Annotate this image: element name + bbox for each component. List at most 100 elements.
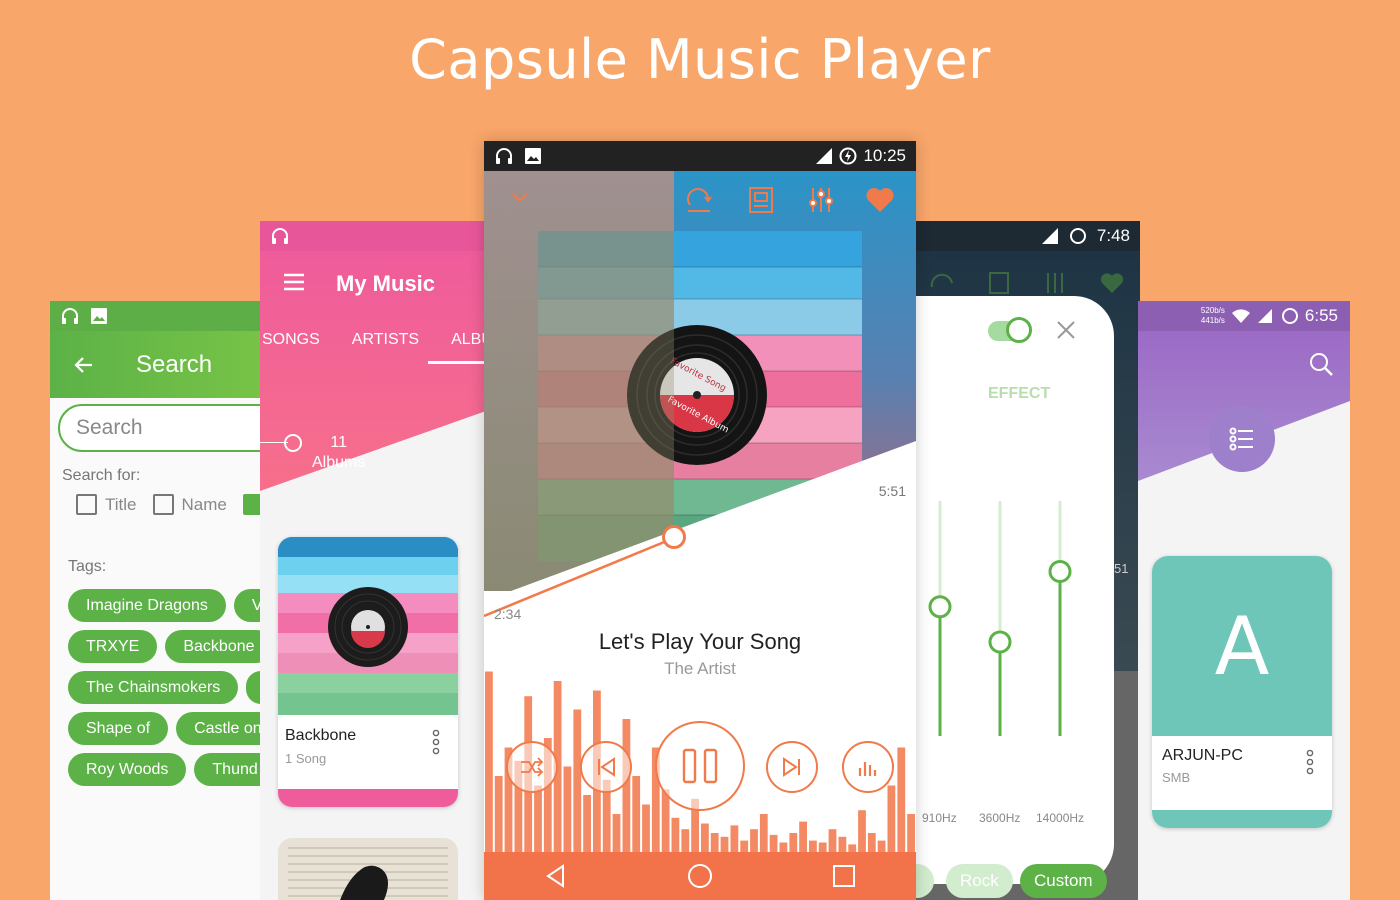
- visualizer-bar: [534, 785, 542, 852]
- search-for-label: Search for:: [62, 467, 141, 484]
- status-bar: 520b/s 441b/s 6:55: [1138, 301, 1350, 331]
- equalizer-icon[interactable]: [806, 185, 836, 220]
- more-options-icon[interactable]: [432, 729, 440, 760]
- album-count: 11 Albums: [312, 433, 365, 473]
- tag-chip[interactable]: Backbone: [165, 630, 262, 663]
- toggle-knob: [1006, 317, 1032, 343]
- pause-icon: [682, 748, 718, 784]
- visualizer-bar: [858, 810, 866, 852]
- album-card-partial[interactable]: [278, 838, 458, 900]
- lyrics-icon[interactable]: [746, 185, 776, 220]
- repeat-icon: [931, 273, 954, 288]
- wifi-icon: [1231, 308, 1251, 324]
- visualizer-button[interactable]: [842, 741, 894, 793]
- image-icon: [524, 147, 542, 165]
- visualizer-bar: [740, 840, 749, 852]
- name-checkbox[interactable]: [152, 494, 174, 515]
- tag-chip[interactable]: V: [233, 589, 262, 622]
- seek-handle[interactable]: [662, 525, 686, 549]
- tag-chip[interactable]: Thund: [194, 753, 262, 786]
- status-bar: 7:48: [914, 221, 1140, 251]
- app-bar: Search: [50, 331, 262, 398]
- app-bar: My Music: [260, 251, 486, 317]
- clock: 10:25: [863, 146, 906, 165]
- close-icon[interactable]: [1056, 320, 1076, 345]
- menu-icon[interactable]: [282, 272, 306, 297]
- title-checkbox[interactable]: [76, 494, 97, 515]
- total-time: 5:51: [878, 483, 906, 499]
- back-nav-icon[interactable]: [543, 863, 569, 889]
- favorite-heart-icon[interactable]: [865, 186, 895, 219]
- status-bar: 10:25: [484, 141, 916, 171]
- visualizer-bar: [573, 709, 582, 852]
- eq-slider-knob[interactable]: [988, 630, 1012, 654]
- visualizer-bar: [809, 840, 817, 852]
- visualizer-bar: [485, 671, 493, 852]
- visualizer-bar: [877, 840, 886, 852]
- tags-label: Tags:: [68, 558, 107, 575]
- band-label: 3600Hz: [979, 811, 1021, 825]
- next-button[interactable]: [766, 741, 818, 793]
- tab-bar: SONGS ARTISTS ALBU: [260, 331, 486, 349]
- tab-artists[interactable]: ARTISTS: [352, 331, 419, 349]
- visualizer-bar: [887, 785, 896, 852]
- duration-peek: 51: [1114, 561, 1129, 576]
- list-fab[interactable]: [1209, 406, 1275, 472]
- eq-slider-knob[interactable]: [928, 595, 952, 619]
- album-card[interactable]: Backbone 1 Song: [278, 537, 458, 807]
- player-screen: 10:25 Favorite Song Favorite Album 2:34 …: [484, 141, 916, 900]
- equalizer-dialog: EFFECT 910Hz 3600Hz 14000Hz Rock Custom: [914, 296, 1114, 898]
- search-input[interactable]: Search: [58, 404, 262, 452]
- album-count-value: 11: [330, 434, 347, 451]
- collapse-icon[interactable]: [510, 191, 530, 210]
- album-art: [278, 537, 458, 715]
- tag-chip[interactable]: Roy Woods: [68, 753, 187, 786]
- recents-nav-icon[interactable]: [831, 863, 857, 889]
- previous-icon: [598, 757, 615, 777]
- band-label: 14000Hz: [1036, 811, 1085, 825]
- preset-custom[interactable]: Custom: [1020, 864, 1107, 898]
- tag-chip[interactable]: Shape of: [68, 712, 169, 745]
- album-song-count: 1 Song: [285, 751, 327, 766]
- headphones-icon: [60, 306, 80, 326]
- previous-button[interactable]: [580, 741, 632, 793]
- next-icon: [783, 757, 800, 777]
- visualizer-bar: [838, 836, 847, 852]
- headphones-icon: [494, 146, 514, 166]
- device-card[interactable]: A ARJUN-PC SMB: [1152, 556, 1332, 828]
- tag-chip[interactable]: Castle on: [176, 712, 262, 745]
- library-screen: My Music SONGS ARTISTS ALBU 11 Albums: [260, 221, 486, 900]
- tag-chip[interactable]: The Chainsmokers: [68, 671, 239, 704]
- home-nav-icon[interactable]: [687, 863, 713, 889]
- sync-icon: [1281, 307, 1299, 325]
- equalizer-sliders[interactable]: [914, 456, 1114, 756]
- pause-button[interactable]: [655, 721, 745, 811]
- tag-list: Imagine Dragons V TRXYE Backbone The Chain…: [68, 589, 262, 794]
- tab-songs[interactable]: SONGS: [262, 331, 320, 349]
- more-options-icon[interactable]: [1306, 749, 1314, 780]
- album-count-label: Albums: [312, 454, 366, 471]
- visualizer-bar: [642, 804, 650, 852]
- clock: 6:55: [1304, 306, 1338, 325]
- tag-chip[interactable]: Imagine Dragons: [68, 589, 226, 622]
- search-options: Title Name: [76, 494, 262, 515]
- visualizer-bar: [897, 747, 906, 852]
- search-icon[interactable]: [1308, 351, 1334, 382]
- status-bar: [50, 301, 262, 331]
- preset-partial[interactable]: [914, 864, 934, 898]
- visualizer-bar: [632, 776, 641, 852]
- shuffle-button[interactable]: [506, 741, 558, 793]
- visualizer-bar: [730, 825, 739, 852]
- visualizer-bar: [494, 776, 503, 852]
- back-arrow-icon[interactable]: [72, 353, 96, 377]
- tab-albums[interactable]: ALBU: [451, 331, 486, 349]
- device-type: SMB: [1162, 770, 1191, 785]
- tag-chip[interactable]: TRXYE: [68, 630, 158, 663]
- repeat-icon[interactable]: [684, 185, 714, 220]
- visualizer-bar: [720, 836, 729, 852]
- eq-slider-knob[interactable]: [1048, 560, 1072, 583]
- visualizer-bar: [612, 814, 621, 852]
- preset-rock[interactable]: Rock: [946, 864, 1013, 898]
- effect-toggle[interactable]: [988, 317, 1032, 343]
- sync-icon: [1069, 227, 1087, 245]
